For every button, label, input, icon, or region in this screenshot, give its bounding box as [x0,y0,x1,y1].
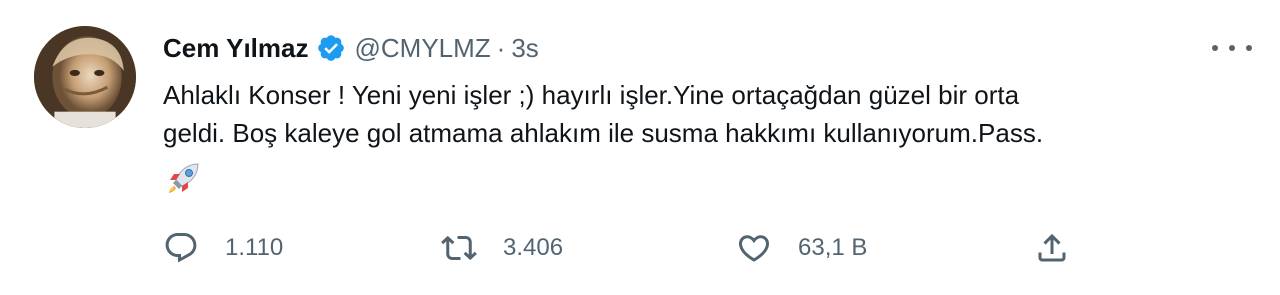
reply-button[interactable]: 1.110 [163,228,283,268]
share-button[interactable] [1034,228,1070,268]
author-name[interactable]: Cem Yılmaz [163,33,308,64]
tweet-header: Cem Yılmaz @CMYLMZ · 3s [163,30,539,66]
separator-dot: · [496,32,506,63]
reply-count: 1.110 [225,234,284,261]
tweet-text: Ahlaklı Konser ! Yeni yeni işler ;) hayı… [163,80,1044,148]
like-button[interactable]: 63,1 B [736,228,867,268]
avatar-image [34,26,136,128]
reply-icon [163,230,199,266]
retweet-button[interactable]: 3.406 [441,228,563,268]
heart-icon [736,230,772,266]
more-options-icon[interactable] [1212,36,1252,60]
share-icon [1034,230,1070,266]
rocket-emoji [164,158,204,198]
author-handle[interactable]: @CMYLMZ [354,33,490,64]
retweet-count: 3.406 [503,234,564,261]
tweet-card[interactable]: Cem Yılmaz @CMYLMZ · 3s Ahlaklı Konser !… [0,0,1280,295]
verified-badge-icon [316,33,346,63]
tweet-timestamp[interactable]: 3s [511,33,538,64]
tweet-actions: 1.110 3.406 63,1 B [0,228,1280,268]
like-count: 63,1 B [798,234,868,261]
avatar[interactable] [34,26,136,128]
retweet-icon [441,230,477,266]
